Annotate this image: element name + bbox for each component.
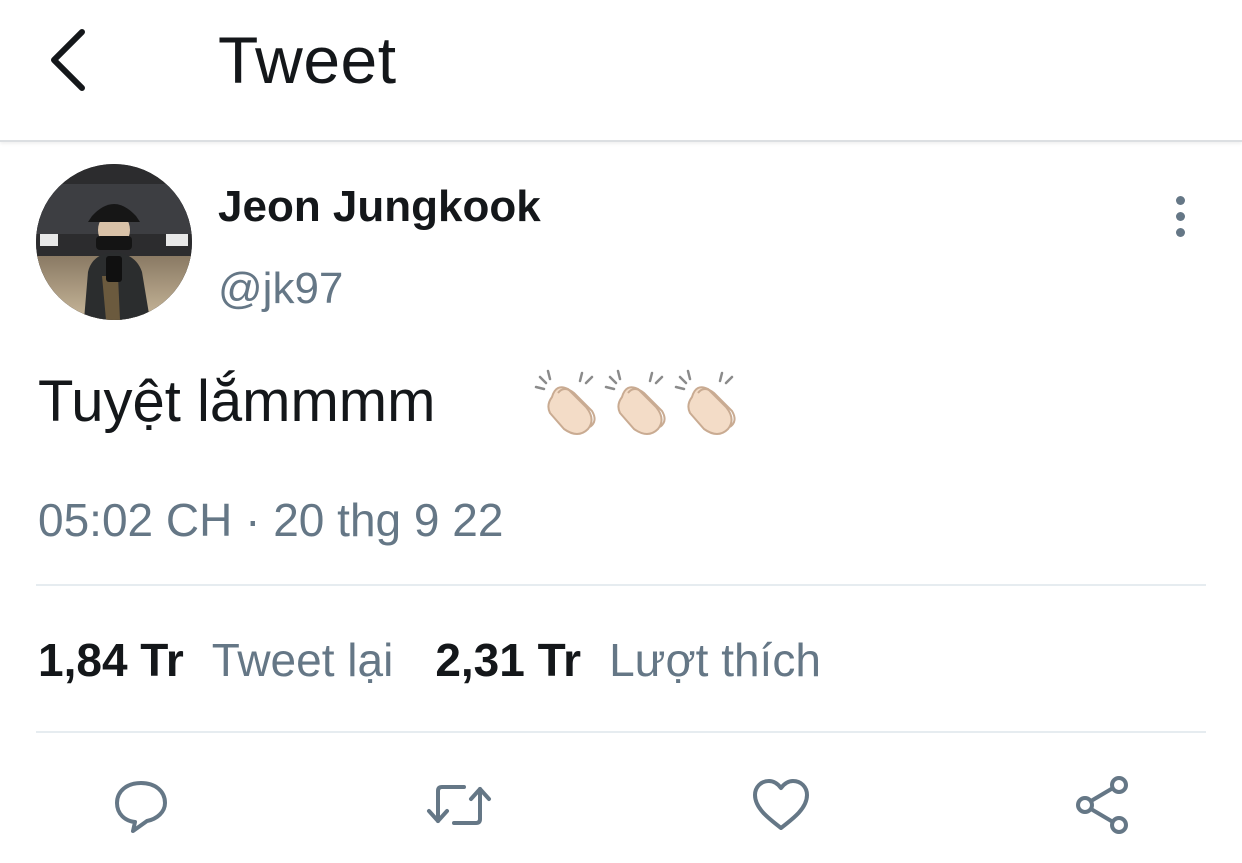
retweets-label[interactable]: Tweet lại [212, 632, 394, 688]
reply-icon [115, 781, 167, 833]
like-icon [753, 779, 809, 830]
author-handle[interactable]: @jk97 [218, 262, 343, 316]
divider [36, 731, 1206, 733]
likes-count[interactable]: 2,31 Tr [435, 632, 581, 688]
tweet-detail-screen: Tweet Jeon Jungkook @jk97 Tuyệt lắmmmm 0… [0, 0, 1242, 863]
more-dot [1175, 211, 1185, 221]
avatar[interactable] [36, 164, 192, 320]
divider [36, 584, 1206, 586]
share-icon [1076, 776, 1128, 834]
likes-label[interactable]: Lượt thích [609, 632, 821, 688]
like-button[interactable] [746, 770, 816, 840]
share-button[interactable] [1068, 770, 1138, 840]
reply-button[interactable] [106, 770, 176, 840]
top-bar: Tweet [0, 0, 1242, 142]
chevron-left-icon [51, 29, 85, 91]
retweet-button[interactable] [424, 770, 494, 840]
engagement-stats: 1,84 Tr Tweet lại 2,31 Tr Lượt thích [38, 632, 821, 688]
more-dot [1175, 195, 1185, 205]
more-options-button[interactable] [1160, 192, 1200, 240]
retweet-icon [427, 785, 491, 825]
retweets-count[interactable]: 1,84 Tr [38, 632, 184, 688]
author-display-name[interactable]: Jeon Jungkook [218, 180, 541, 234]
clapping-hands-icon [674, 369, 736, 435]
clapping-hands-icon [534, 369, 596, 435]
tweet-text: Tuyệt lắmmmm [38, 369, 436, 434]
clapping-hands-icon [604, 369, 666, 435]
more-dot [1175, 227, 1185, 237]
back-button[interactable] [38, 22, 98, 98]
clap-emojis [534, 366, 740, 438]
tweet-timestamp: 05:02 CH · 20 thg 9 22 [38, 494, 504, 546]
avatar-photo [36, 164, 192, 320]
page-title: Tweet [218, 23, 397, 97]
